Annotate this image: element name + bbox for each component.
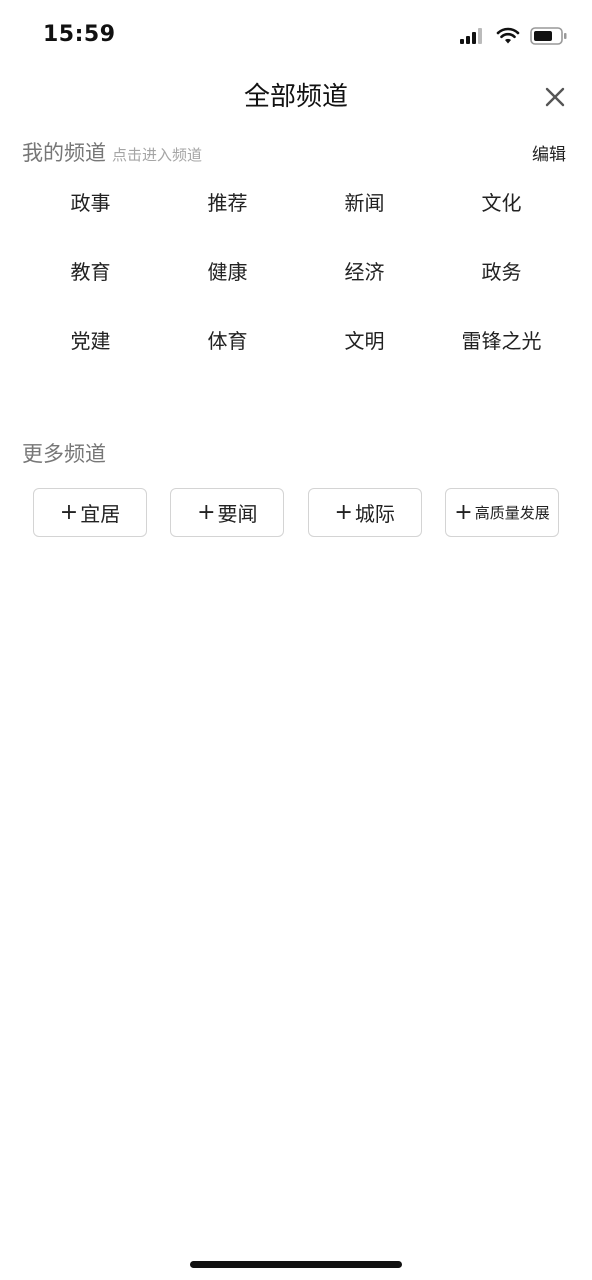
plus-icon: + (334, 500, 353, 525)
add-channel-button[interactable]: + 高质量发展 (444, 488, 559, 537)
more-channel-label: 宜居 (80, 502, 121, 526)
channel-item[interactable]: 政务 (433, 246, 570, 315)
more-channels-header: 更多频道 (22, 438, 566, 468)
channel-item[interactable]: 推荐 (159, 177, 296, 246)
more-channel-label: 要闻 (217, 502, 258, 526)
page-title: 全部频道 (243, 82, 348, 112)
channel-item[interactable]: 新闻 (296, 177, 433, 246)
my-channels-header: 我的频道 点击进入频道 编辑 (22, 137, 566, 167)
wifi-icon (496, 27, 520, 44)
status-time: 15:59 (43, 22, 116, 47)
add-channel-button[interactable]: + 城际 (307, 488, 422, 537)
more-channel-label: 高质量发展 (474, 504, 550, 522)
status-icons (460, 24, 568, 48)
plus-icon: + (59, 500, 79, 525)
channel-item[interactable]: 雷锋之光 (433, 315, 570, 384)
channel-item[interactable]: 健康 (159, 246, 296, 315)
my-channels-grid: 政事 推荐 新闻 文化 教育 健康 经济 政务 党建 体育 文明 雷锋之光 (22, 177, 570, 384)
plus-icon: + (197, 500, 216, 525)
cellular-signal-icon (460, 28, 482, 44)
add-channel-button[interactable]: + 宜居 (33, 488, 147, 537)
header: 全部频道 (0, 70, 592, 116)
channel-item[interactable]: 经济 (296, 246, 433, 315)
channel-item[interactable]: 体育 (159, 315, 296, 384)
channel-item[interactable]: 党建 (22, 315, 159, 384)
channel-item[interactable]: 文明 (296, 315, 433, 384)
channel-item[interactable]: 政事 (22, 177, 159, 246)
more-channels-title: 更多频道 (22, 442, 106, 466)
plus-icon: + (454, 500, 473, 525)
more-channel-label: 城际 (354, 502, 395, 526)
battery-icon (530, 27, 567, 45)
status-bar: 15:59 (0, 0, 592, 70)
close-button[interactable] (540, 82, 570, 112)
channel-item[interactable]: 教育 (22, 246, 159, 315)
close-icon (545, 87, 565, 107)
add-channel-button[interactable]: + 要闻 (170, 488, 285, 537)
more-channels-list: + 宜居 + 要闻 + 城际 + 高质量发展 (33, 488, 559, 537)
channel-item[interactable]: 文化 (433, 177, 570, 246)
edit-button[interactable]: 编辑 (532, 140, 566, 165)
my-channels-hint: 点击进入频道 (112, 146, 203, 164)
home-indicator (190, 1261, 402, 1268)
my-channels-title: 我的频道 (22, 141, 106, 165)
